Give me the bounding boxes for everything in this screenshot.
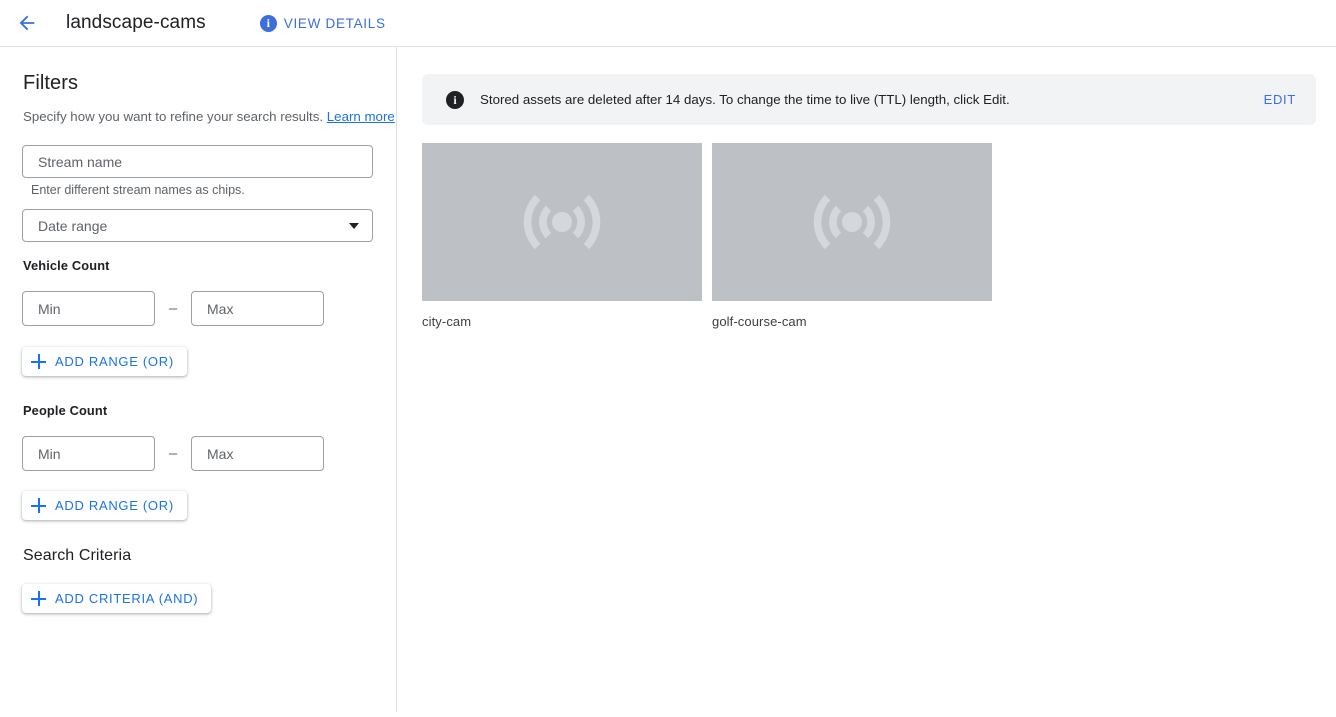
stream-name-input[interactable]: Stream name — [22, 145, 373, 178]
plus-icon — [31, 591, 46, 606]
people-count-range-row: Min – Max — [22, 436, 324, 471]
stream-name-placeholder: Stream name — [38, 153, 123, 170]
stream-name-helper: Enter different stream names as chips. — [31, 183, 245, 197]
filters-sidebar: Filters Specify how you want to refine y… — [0, 47, 397, 712]
stream-card[interactable]: golf-course-cam — [712, 143, 992, 329]
date-range-placeholder: Date range — [38, 217, 108, 234]
people-count-min-input[interactable]: Min — [22, 436, 155, 471]
people-count-max-placeholder: Max — [207, 445, 234, 462]
people-count-label: People Count — [23, 403, 108, 418]
view-details-button[interactable]: i VIEW DETAILS — [258, 7, 388, 39]
stream-card-label: city-cam — [422, 314, 472, 329]
people-count-range-separator: – — [168, 445, 178, 462]
search-criteria-heading: Search Criteria — [23, 547, 132, 564]
vehicle-count-label: Vehicle Count — [23, 258, 110, 273]
ttl-info-banner: i Stored assets are deleted after 14 day… — [422, 74, 1316, 125]
people-count-max-input[interactable]: Max — [191, 436, 324, 471]
main-content: i Stored assets are deleted after 14 day… — [398, 47, 1336, 717]
app-root: landscape-cams i VIEW DETAILS Filters Sp… — [0, 0, 1336, 717]
vehicle-count-add-range-button[interactable]: ADD RANGE (OR) — [22, 347, 187, 376]
chevron-down-icon — [349, 222, 359, 229]
vehicle-count-add-range-label: ADD RANGE (OR) — [55, 354, 174, 369]
stream-thumbnail[interactable] — [712, 143, 992, 301]
vehicle-count-max-placeholder: Max — [207, 300, 234, 317]
vehicle-count-max-input[interactable]: Max — [191, 291, 324, 326]
stream-card[interactable]: city-cam — [422, 143, 702, 329]
vehicle-count-min-input[interactable]: Min — [22, 291, 155, 326]
add-criteria-button[interactable]: ADD CRITERIA (AND) — [22, 584, 212, 613]
sensors-stream-icon — [516, 176, 608, 268]
people-count-min-placeholder: Min — [38, 445, 61, 462]
vehicle-count-range-separator: – — [168, 300, 178, 317]
filters-heading: Filters — [23, 72, 79, 94]
back-button[interactable] — [7, 3, 47, 43]
date-range-select[interactable]: Date range — [22, 209, 373, 242]
people-count-add-range-label: ADD RANGE (OR) — [55, 498, 174, 513]
stream-card-grid: city-cam golf-course-cam — [422, 143, 992, 329]
app-header: landscape-cams i VIEW DETAILS — [0, 0, 1336, 47]
plus-icon — [31, 498, 46, 513]
sensors-stream-icon — [806, 176, 898, 268]
view-details-label: VIEW DETAILS — [283, 15, 386, 31]
filters-subtitle-text: Specify how you want to refine your sear… — [23, 109, 324, 124]
stream-card-label: golf-course-cam — [712, 314, 807, 329]
info-icon: i — [259, 14, 277, 32]
plus-icon — [31, 354, 46, 369]
vehicle-count-range-row: Min – Max — [22, 291, 324, 326]
info-icon: i — [446, 90, 464, 109]
stream-thumbnail[interactable] — [422, 143, 702, 301]
learn-more-link[interactable]: Learn more — [327, 109, 395, 124]
edit-ttl-button[interactable]: EDIT — [1264, 92, 1296, 107]
people-count-add-range-button[interactable]: ADD RANGE (OR) — [22, 491, 187, 520]
ttl-info-banner-text: Stored assets are deleted after 14 days.… — [480, 92, 1010, 107]
vehicle-count-min-placeholder: Min — [38, 300, 61, 317]
page-title: landscape-cams — [66, 12, 206, 33]
add-criteria-label: ADD CRITERIA (AND) — [55, 591, 199, 606]
arrow-back-icon — [16, 12, 38, 34]
filters-subtitle: Specify how you want to refine your sear… — [23, 109, 395, 124]
